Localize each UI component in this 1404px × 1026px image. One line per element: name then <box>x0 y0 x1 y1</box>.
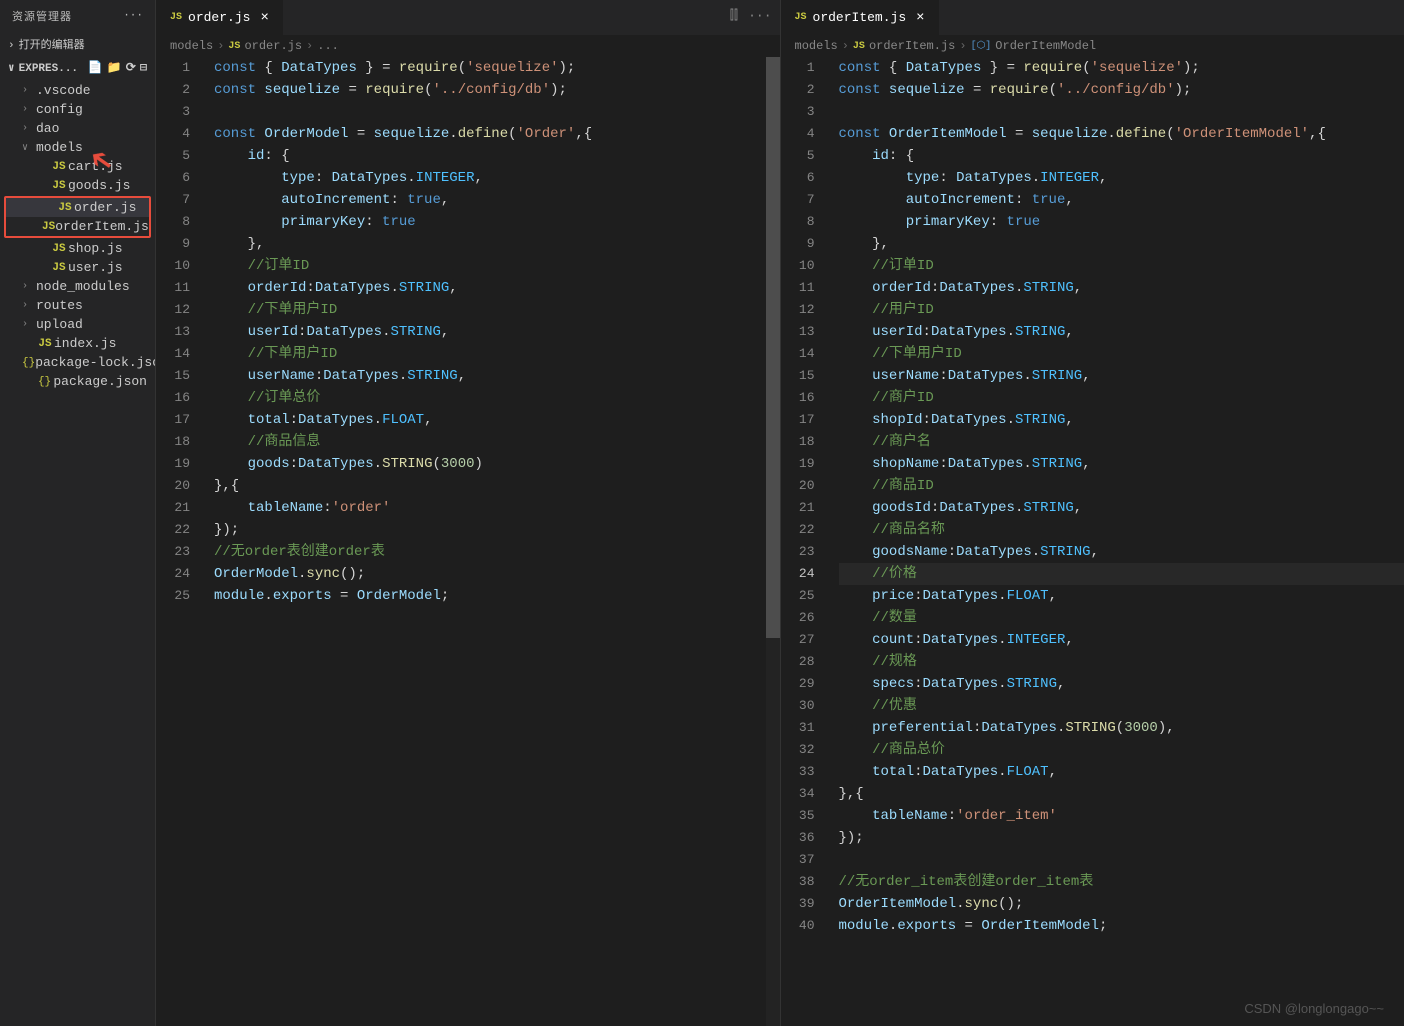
tab-order-js[interactable]: JS order.js × <box>156 0 284 35</box>
close-icon[interactable]: × <box>260 10 268 26</box>
tree-item-cart-js[interactable]: JScart.js <box>0 157 155 176</box>
new-file-icon[interactable]: 📄 <box>88 60 103 75</box>
tree-item-orderItem-js[interactable]: JSorderItem.js <box>6 217 149 236</box>
scrollbar[interactable] <box>766 57 780 1026</box>
code-area-left[interactable]: 1234567891011121314151617181920212223242… <box>156 57 780 1026</box>
tree-item-index-js[interactable]: JSindex.js <box>0 334 155 353</box>
tab-bar-left: JS order.js × ⫿⫿ ··· <box>156 0 780 35</box>
tab-bar-right: JS orderItem.js × <box>781 0 1404 35</box>
js-icon: JS <box>170 12 182 23</box>
editor-group: JS order.js × ⫿⫿ ··· models › JS order.j… <box>155 0 1404 1026</box>
editor-pane-right: JS orderItem.js × models › JS orderItem.… <box>780 0 1404 1026</box>
file-tree: ›.vscode›config›dao∨modelsJScart.jsJSgoo… <box>0 79 155 1026</box>
tab-orderitem-js[interactable]: JS orderItem.js × <box>781 0 940 35</box>
collapse-icon[interactable]: ⊟ <box>140 60 147 75</box>
explorer-title: 资源管理器 <box>12 8 72 24</box>
breadcrumb-right[interactable]: models › JS orderItem.js › [⬡] OrderItem… <box>781 35 1404 57</box>
tree-item-shop-js[interactable]: JSshop.js <box>0 239 155 258</box>
tree-item-package-lock-json[interactable]: {}package-lock.json <box>0 353 155 372</box>
explorer-sidebar: 资源管理器 ··· ›打开的编辑器 ∨EXPRES... 📄 📁 ⟳ ⊟ ›.v… <box>0 0 155 1026</box>
editor-pane-left: JS order.js × ⫿⫿ ··· models › JS order.j… <box>155 0 780 1026</box>
tree-item-order-js[interactable]: JSorder.js <box>6 198 149 217</box>
explorer-header: 资源管理器 ··· <box>0 0 155 32</box>
refresh-icon[interactable]: ⟳ <box>126 60 136 75</box>
tree-item-goods-js[interactable]: JSgoods.js <box>0 176 155 195</box>
open-editors-section[interactable]: ›打开的编辑器 <box>0 32 155 56</box>
tree-item-node_modules[interactable]: ›node_modules <box>0 277 155 296</box>
project-section[interactable]: ∨EXPRES... 📄 📁 ⟳ ⊟ <box>0 56 155 79</box>
js-icon: JS <box>795 12 807 23</box>
close-icon[interactable]: × <box>916 10 924 26</box>
more-icon[interactable]: ··· <box>123 10 143 22</box>
breadcrumb-left[interactable]: models › JS order.js › ... <box>156 35 780 57</box>
tree-item-package-json[interactable]: {}package.json <box>0 372 155 391</box>
new-folder-icon[interactable]: 📁 <box>107 60 122 75</box>
tree-item-routes[interactable]: ›routes <box>0 296 155 315</box>
split-icon[interactable]: ⫿⫿ <box>730 8 738 27</box>
tree-item-upload[interactable]: ›upload <box>0 315 155 334</box>
code-area-right[interactable]: 1234567891011121314151617181920212223242… <box>781 57 1404 1026</box>
tree-item-models[interactable]: ∨models <box>0 138 155 157</box>
tree-item-dao[interactable]: ›dao <box>0 119 155 138</box>
tree-item-config[interactable]: ›config <box>0 100 155 119</box>
tree-item-user-js[interactable]: JSuser.js <box>0 258 155 277</box>
more-icon[interactable]: ··· <box>748 8 771 27</box>
watermark: CSDN @longlongago~~ <box>1244 1001 1384 1016</box>
tree-item--vscode[interactable]: ›.vscode <box>0 81 155 100</box>
